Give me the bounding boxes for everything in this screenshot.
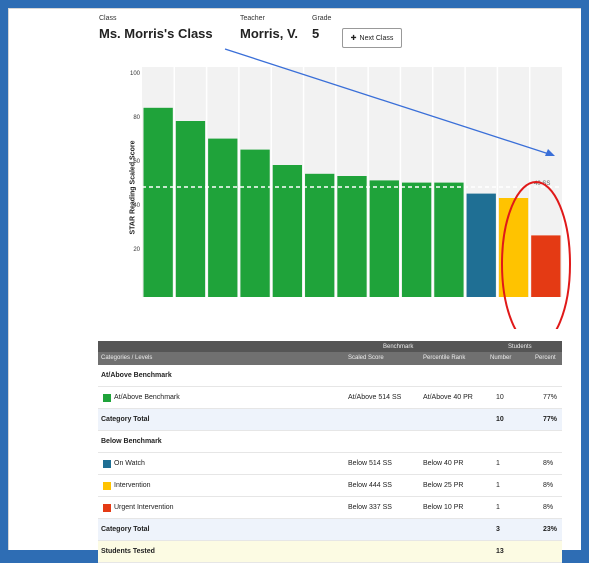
- color-swatch: [103, 394, 111, 402]
- cell-scaled-score: Below 444 SS: [348, 482, 392, 489]
- row-label: Below Benchmark: [101, 438, 162, 445]
- score-bar: [369, 180, 399, 297]
- cell-number: 1: [496, 504, 500, 511]
- cell-percent: 8%: [543, 482, 554, 489]
- report-page: Class Ms. Morris's Class Teacher Morris,…: [8, 8, 581, 563]
- row-label: Intervention: [114, 482, 151, 489]
- row-label: At/Above Benchmark: [114, 394, 180, 401]
- cell-percentile: Below 40 PR: [423, 460, 464, 467]
- cell-percentile: At/Above 40 PR: [423, 394, 473, 401]
- benchmark-group-header: Benchmark: [383, 344, 414, 350]
- score-bar: [337, 176, 367, 297]
- cell-number: 1: [496, 460, 500, 467]
- col-header-percent: Percent: [535, 355, 556, 361]
- cell-percent: 23%: [543, 526, 558, 533]
- cell-percentile: Below 10 PR: [423, 504, 464, 511]
- color-swatch: [103, 460, 111, 468]
- score-bar: [305, 173, 335, 297]
- score-bar: [272, 165, 303, 297]
- score-bar: [208, 138, 238, 297]
- table-row: Urgent Intervention Below 337 SS Below 10 …: [98, 497, 562, 519]
- color-swatch: [103, 504, 111, 512]
- row-label: Students Tested: [101, 548, 155, 555]
- cell-number: 13: [496, 548, 504, 555]
- col-header-categories: Categories / Levels: [101, 355, 153, 361]
- row-label: At/Above Benchmark: [101, 372, 172, 379]
- table-group-header: Benchmark Students: [98, 341, 562, 352]
- cell-percent: 77%: [543, 394, 558, 401]
- cell-scaled-score: Below 337 SS: [348, 504, 392, 511]
- bar-chart: 40 SS: [142, 48, 571, 329]
- table-row: Below Benchmark: [98, 431, 562, 453]
- row-label: Urgent Intervention: [114, 504, 174, 511]
- cell-number: 1: [496, 482, 500, 489]
- annotation-arrow: [224, 48, 550, 155]
- cell-percent: 77%: [543, 416, 558, 423]
- cell-scaled-score: At/Above 514 SS: [348, 394, 402, 401]
- cell-number: 10: [496, 416, 504, 423]
- score-bar: [434, 182, 464, 297]
- cell-percent: 8%: [543, 504, 554, 511]
- cell-number: 10: [496, 394, 504, 401]
- col-header-scaled-score: Scaled Score: [348, 355, 384, 361]
- score-bar: [175, 121, 206, 297]
- score-bar: [401, 182, 432, 297]
- table-column-header: Categories / Levels Scaled Score Percent…: [98, 352, 562, 365]
- cell-percent: 8%: [543, 460, 554, 467]
- table-body: At/Above Benchmark At/Above Benchmark At/A…: [98, 365, 562, 563]
- col-header-number: Number: [490, 355, 512, 361]
- table-row: At/Above Benchmark: [98, 365, 562, 387]
- table-row: Students Tested 13: [98, 541, 562, 563]
- students-group-header: Students: [508, 344, 532, 350]
- cell-percentile: Below 25 PR: [423, 482, 464, 489]
- cell-scaled-score: Below 514 SS: [348, 460, 392, 467]
- score-bar: [240, 149, 270, 297]
- table-row: At/Above Benchmark At/Above 514 SS At/Abov…: [98, 387, 562, 409]
- score-bar: [143, 107, 173, 297]
- col-header-percentile: Percentile Rank: [423, 355, 466, 361]
- table-row: Category Total 10 77%: [98, 409, 562, 431]
- table-row: Category Total 3 23%: [98, 519, 562, 541]
- table-row: On Watch Below 514 SS Below 40 PR 1 8%: [98, 453, 562, 475]
- color-swatch: [103, 482, 111, 490]
- row-label: Category Total: [101, 416, 150, 423]
- score-bar: [466, 193, 496, 297]
- annotation-arrowhead: [545, 149, 555, 156]
- score-bar: [531, 235, 561, 297]
- table-row: Intervention Below 444 SS Below 25 PR 1 8%: [98, 475, 562, 497]
- row-label: On Watch: [114, 460, 145, 467]
- benchmark-table: Benchmark Students Categories / Levels S…: [98, 341, 562, 563]
- row-label: Category Total: [101, 526, 150, 533]
- cell-number: 3: [496, 526, 500, 533]
